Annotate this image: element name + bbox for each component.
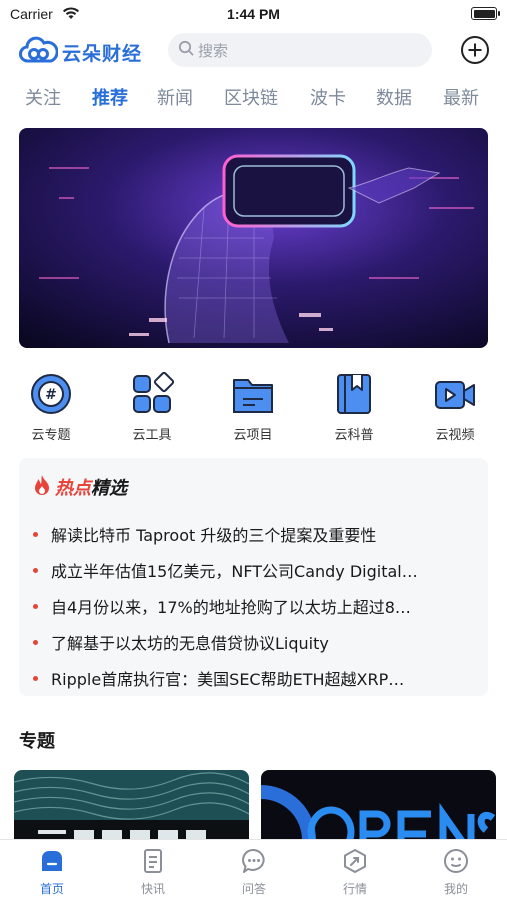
- newsflash-icon: [123, 848, 183, 874]
- tabbar-profile[interactable]: 我的: [426, 848, 486, 897]
- grid-shapes-icon: [116, 372, 188, 416]
- flame-icon: [33, 474, 51, 500]
- hot-picks-panel: 热点 精选 解读比特币 Taproot 升级的三个提案及重要性 成立半年估值15…: [19, 458, 488, 696]
- tab-latest[interactable]: 最新: [443, 84, 479, 110]
- topic-card[interactable]: [14, 770, 249, 840]
- bullet-dot: [33, 567, 38, 573]
- hot-item[interactable]: 自4月份以来，17%的地址抢购了以太坊上超过8…: [33, 588, 477, 624]
- hot-picks-title: 热点 精选: [33, 474, 127, 500]
- quick-link-video[interactable]: 云视频: [419, 366, 491, 443]
- quick-link-tools[interactable]: 云工具: [116, 366, 188, 443]
- app-header: 云朵财经 搜索: [0, 30, 507, 72]
- tab-polkadot[interactable]: 波卡: [310, 84, 346, 110]
- tabbar-label: 首页: [39, 882, 64, 896]
- quick-links: # 云专题 云工具 云项目 云科普 云视频: [0, 366, 507, 446]
- app-logo: 云朵财经: [18, 34, 142, 70]
- bullet-dot: [33, 639, 38, 645]
- tabbar-qa[interactable]: 问答: [224, 848, 284, 897]
- bullet-dot: [33, 603, 38, 609]
- svg-text:#: #: [45, 387, 57, 403]
- search-placeholder: 搜索: [198, 41, 229, 60]
- banner-image[interactable]: [19, 128, 488, 348]
- tabbar-label: 问答: [241, 882, 266, 896]
- bullet-dot: [33, 531, 38, 537]
- bottom-tab-bar: 首页 快讯 问答 行情 我的: [0, 839, 507, 901]
- quick-link-topics[interactable]: # 云专题: [15, 366, 87, 443]
- hot-item[interactable]: Ripple首席执行官：美国SEC帮助ETH超越XRP…: [33, 660, 477, 696]
- folder-icon: [217, 372, 289, 416]
- app-name: 云朵财经: [62, 42, 143, 65]
- topic-card[interactable]: [261, 770, 496, 840]
- quick-link-label: 云专题: [31, 428, 71, 443]
- profile-icon: [426, 848, 486, 874]
- hot-item[interactable]: 解读比特币 Taproot 升级的三个提案及重要性: [33, 516, 477, 552]
- tabbar-label: 行情: [342, 882, 367, 896]
- hot-title-accent: 热点: [55, 478, 91, 499]
- tab-data[interactable]: 数据: [376, 84, 412, 110]
- tab-blockchain[interactable]: 区块链: [224, 84, 278, 110]
- market-icon: [325, 848, 385, 874]
- home-icon: [22, 848, 82, 874]
- quick-link-label: 云科普: [334, 428, 374, 443]
- tab-follow[interactable]: 关注: [25, 84, 61, 110]
- tabbar-market[interactable]: 行情: [325, 848, 385, 897]
- quick-link-science[interactable]: 云科普: [318, 366, 390, 443]
- topic-cards: [14, 770, 496, 840]
- hot-item[interactable]: 了解基于以太坊的无息借贷协议Liquity: [33, 624, 477, 660]
- search-icon: [178, 40, 194, 60]
- tabbar-newsflash[interactable]: 快讯: [123, 848, 183, 897]
- hot-item-title: 解读比特币 Taproot 升级的三个提案及重要性: [51, 526, 377, 545]
- tabbar-home[interactable]: 首页: [22, 848, 82, 897]
- hot-title-rest: 精选: [91, 478, 127, 499]
- quick-link-projects[interactable]: 云项目: [217, 366, 289, 443]
- tabbar-label: 我的: [443, 882, 468, 896]
- tabbar-label: 快讯: [140, 882, 165, 896]
- cloud-logo-icon: [18, 34, 59, 70]
- quick-link-label: 云视频: [435, 428, 475, 443]
- topics-heading: 专题: [19, 731, 55, 752]
- status-bar: Carrier 1:44 PM: [0, 0, 507, 28]
- clock: 1:44 PM: [227, 6, 280, 22]
- chat-bubble-icon: [224, 848, 284, 874]
- hot-item-title: 了解基于以太坊的无息借贷协议Liquity: [51, 634, 329, 653]
- hot-item-title: 成立半年估值15亿美元，NFT公司Candy Digital…: [51, 562, 418, 581]
- add-button[interactable]: [461, 36, 489, 64]
- battery-icon: [471, 7, 500, 20]
- quick-link-label: 云项目: [233, 428, 273, 443]
- book-icon: [318, 372, 390, 416]
- hashtag-icon: #: [15, 372, 87, 416]
- tab-news[interactable]: 新闻: [157, 84, 193, 110]
- bullet-dot: [33, 675, 38, 681]
- category-tabs: 关注 推荐 新闻 区块链 波卡 数据 最新: [0, 84, 507, 118]
- hot-item-title: 自4月份以来，17%的地址抢购了以太坊上超过8…: [51, 598, 411, 617]
- quick-link-label: 云工具: [132, 428, 172, 443]
- tab-recommend[interactable]: 推荐: [92, 84, 128, 110]
- video-icon: [419, 372, 491, 416]
- search-input[interactable]: 搜索: [168, 33, 432, 67]
- hot-list: 解读比特币 Taproot 升级的三个提案及重要性 成立半年估值15亿美元，NF…: [33, 516, 477, 696]
- hot-item[interactable]: 成立半年估值15亿美元，NFT公司Candy Digital…: [33, 552, 477, 588]
- hot-item-title: Ripple首席执行官：美国SEC帮助ETH超越XRP…: [51, 670, 405, 689]
